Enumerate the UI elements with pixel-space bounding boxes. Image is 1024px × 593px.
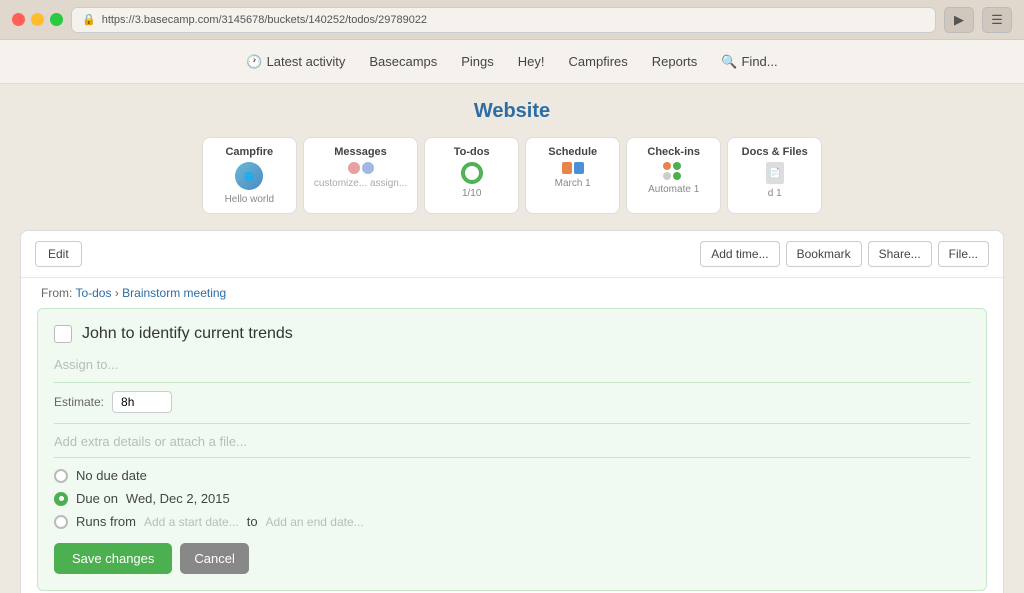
card-schedule[interactable]: Schedule March 1 [525, 137, 620, 214]
search-icon: 🔍 [721, 54, 737, 70]
details-input[interactable] [54, 434, 970, 458]
panel-toolbar: Edit Add time... Bookmark Share... File.… [21, 231, 1003, 278]
nav-pings-label: Pings [461, 54, 494, 69]
runs-from-label: Runs from [76, 514, 136, 529]
close-button[interactable] [12, 13, 25, 26]
card-docs-label: Docs & Files [742, 146, 808, 158]
save-button[interactable]: Save changes [54, 543, 172, 574]
share-button[interactable]: Share... [868, 241, 932, 267]
due-options: No due date Due on Wed, Dec 2, 2015 Runs… [54, 468, 970, 529]
docs-icon: 📄 [766, 162, 784, 184]
titlebar-controls: ▶ ☰ [944, 7, 1012, 33]
checkins-icon [663, 162, 685, 180]
todo-title: John to identify current trends [82, 325, 293, 343]
file-button[interactable]: File... [938, 241, 989, 267]
toolbar-right: Add time... Bookmark Share... File... [700, 241, 989, 267]
card-campfire[interactable]: Campfire 🌐 Hello world [202, 137, 297, 214]
due-option-runs-from[interactable]: Runs from Add a start date... to Add an … [54, 514, 970, 529]
bookmark-button[interactable]: Bookmark [786, 241, 862, 267]
card-campfire-label: Campfire [225, 146, 273, 158]
main-content: Website Campfire 🌐 Hello world Messages … [0, 84, 1024, 593]
messages-icon [348, 162, 374, 174]
nav-basecamps-label: Basecamps [369, 54, 437, 69]
address-bar[interactable]: 🔒 https://3.basecamp.com/3145678/buckets… [71, 7, 936, 33]
card-todos-label: To-dos [454, 146, 490, 158]
card-checkins-sub: Automate 1 [648, 184, 699, 195]
due-on-date: Wed, Dec 2, 2015 [126, 491, 230, 506]
url-text: https://3.basecamp.com/3145678/buckets/1… [102, 14, 427, 26]
maximize-button[interactable] [50, 13, 63, 26]
avatar-2 [362, 162, 374, 174]
todos-icon [461, 162, 483, 184]
cancel-button[interactable]: Cancel [180, 543, 248, 574]
runs-from-start-placeholder: Add a start date... [144, 515, 239, 529]
runs-from-to: to [247, 514, 258, 529]
due-option-no-due[interactable]: No due date [54, 468, 970, 483]
nav-basecamps[interactable]: Basecamps [369, 54, 437, 69]
traffic-lights [12, 13, 63, 26]
nav-latest-activity-label: Latest activity [267, 54, 346, 69]
card-schedule-sub: March 1 [555, 178, 591, 189]
nav-find-label: Find... [741, 54, 777, 69]
nav-pings[interactable]: Pings [461, 54, 494, 69]
todo-edit-form: John to identify current trends Estimate… [37, 308, 987, 591]
assign-input[interactable] [54, 357, 970, 372]
no-due-label: No due date [76, 468, 147, 483]
runs-from-end-placeholder: Add an end date... [266, 515, 364, 529]
card-campfire-sub: Hello world [225, 194, 274, 205]
clock-icon: 🕐 [246, 54, 262, 70]
todo-title-row: John to identify current trends [54, 325, 970, 343]
card-checkins[interactable]: Check-ins Automate 1 [626, 137, 721, 214]
form-actions: Save changes Cancel [54, 543, 970, 574]
titlebar: 🔒 https://3.basecamp.com/3145678/buckets… [0, 0, 1024, 40]
menu-button[interactable]: ☰ [982, 7, 1012, 33]
project-title-section: Website [20, 100, 1004, 123]
assign-field [54, 357, 970, 372]
radio-no-due[interactable] [54, 469, 68, 483]
card-todos[interactable]: To-dos 1/10 [424, 137, 519, 214]
nav-reports-label: Reports [652, 54, 698, 69]
edit-button[interactable]: Edit [35, 241, 82, 267]
card-messages-label: Messages [334, 146, 387, 158]
nav-campfires-label: Campfires [569, 54, 628, 69]
due-on-label: Due on [76, 491, 118, 506]
schedule-icon [562, 162, 584, 174]
card-messages[interactable]: Messages customize... assign... [303, 137, 418, 214]
card-docs[interactable]: Docs & Files 📄 d 1 [727, 137, 822, 214]
toolbar-left: Edit [35, 241, 692, 267]
card-todos-sub: 1/10 [462, 188, 481, 199]
nav-find[interactable]: 🔍 Find... [721, 54, 777, 70]
content-panel: Edit Add time... Bookmark Share... File.… [20, 230, 1004, 593]
breadcrumb-child[interactable]: Brainstorm meeting [122, 286, 226, 300]
card-messages-sub: customize... assign... [314, 178, 407, 189]
project-title-link[interactable]: Website [474, 100, 550, 122]
navbar: 🕐 Latest activity Basecamps Pings Hey! C… [0, 40, 1024, 84]
estimate-input[interactable]: 8h [112, 391, 172, 413]
nav-campfires[interactable]: Campfires [569, 54, 628, 69]
estimate-label: Estimate: [54, 395, 104, 409]
campfire-avatar: 🌐 [235, 162, 263, 190]
nav-hey-label: Hey! [518, 54, 545, 69]
divider-1 [54, 382, 970, 383]
breadcrumb: From: To-dos › Brainstorm meeting [21, 278, 1003, 308]
lock-icon: 🔒 [82, 13, 96, 26]
radio-runs-from[interactable] [54, 515, 68, 529]
card-schedule-label: Schedule [548, 146, 597, 158]
nav-hey[interactable]: Hey! [518, 54, 545, 69]
estimate-row: Estimate: 8h [54, 391, 970, 424]
nav-reports[interactable]: Reports [652, 54, 698, 69]
todo-checkbox[interactable] [54, 325, 72, 343]
due-option-due-on[interactable]: Due on Wed, Dec 2, 2015 [54, 491, 970, 506]
nav-latest-activity[interactable]: 🕐 Latest activity [246, 54, 345, 70]
breadcrumb-prefix: From: [41, 286, 75, 300]
avatar-1 [348, 162, 360, 174]
project-nav-cards: Campfire 🌐 Hello world Messages customiz… [20, 137, 1004, 214]
add-time-button[interactable]: Add time... [700, 241, 779, 267]
card-checkins-label: Check-ins [647, 146, 700, 158]
play-button[interactable]: ▶ [944, 7, 974, 33]
minimize-button[interactable] [31, 13, 44, 26]
radio-due-on[interactable] [54, 492, 68, 506]
breadcrumb-parent[interactable]: To-dos [75, 286, 111, 300]
card-docs-sub: d 1 [768, 188, 782, 199]
